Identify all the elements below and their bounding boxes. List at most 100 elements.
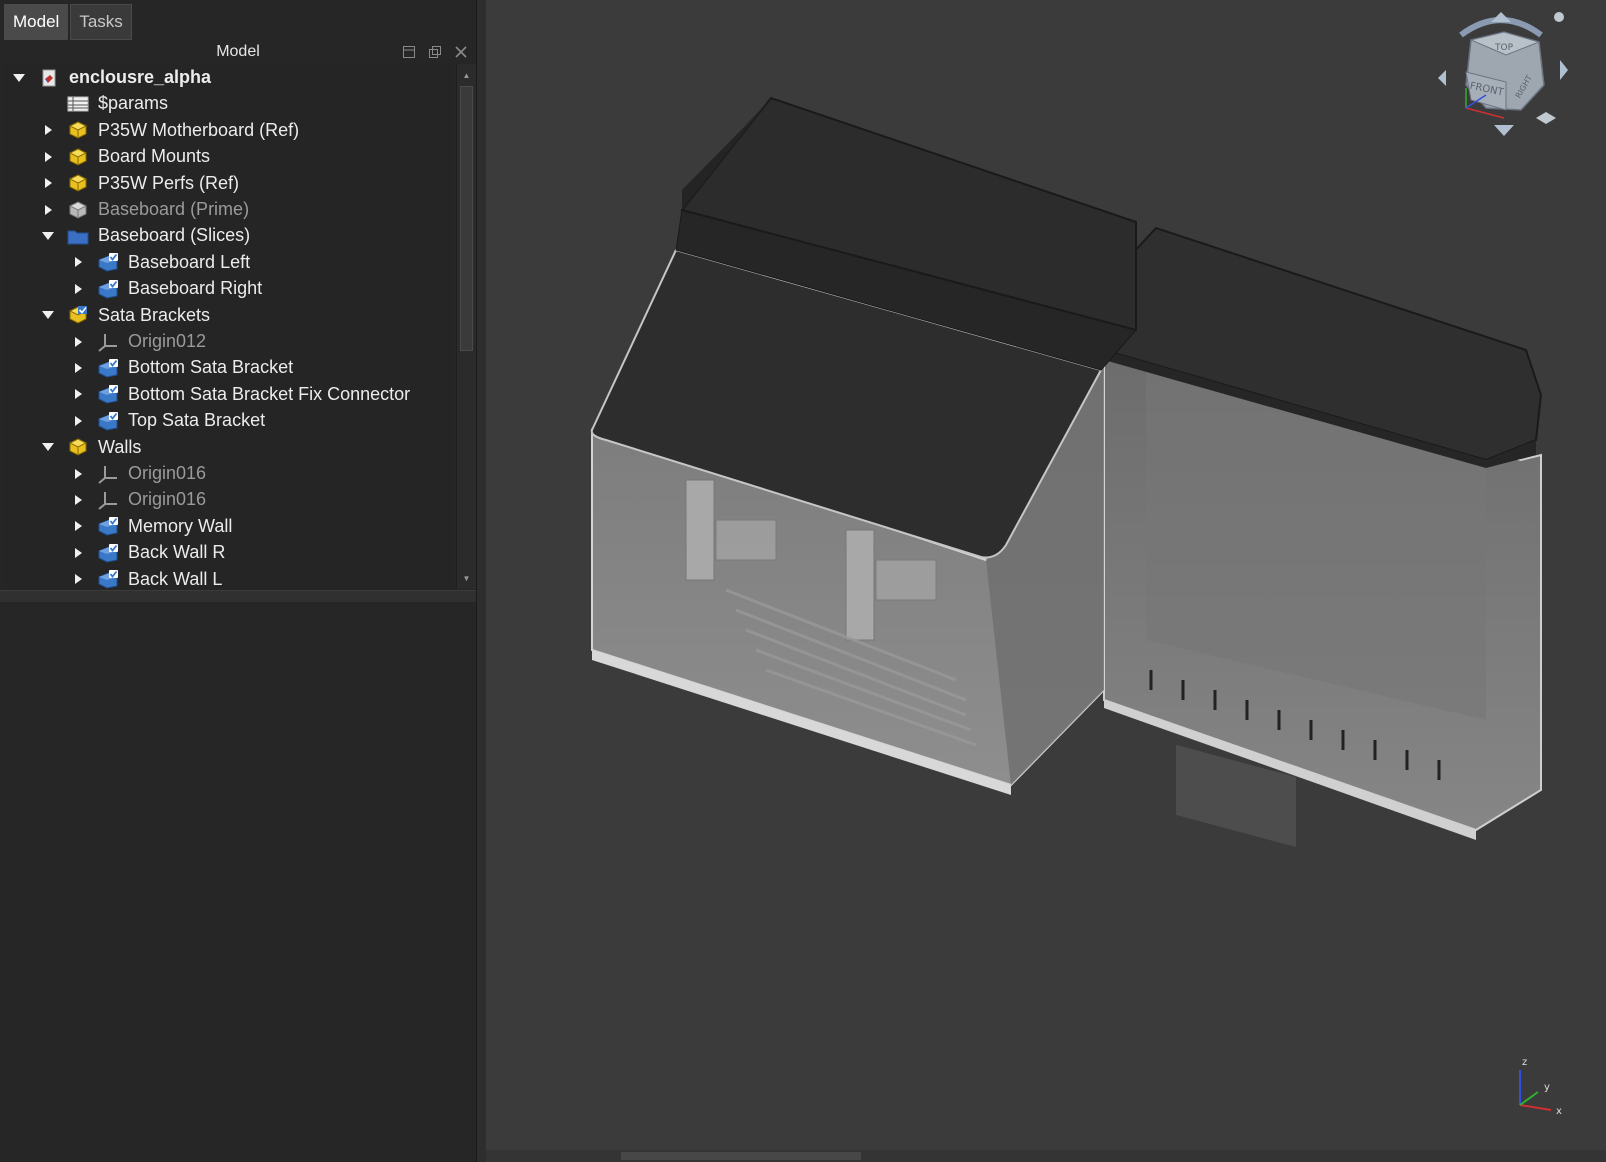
- tree-item[interactable]: Baseboard Left: [67, 249, 250, 276]
- viewport-hscrollbar[interactable]: [486, 1150, 1606, 1162]
- tree-item[interactable]: Walls: [37, 434, 141, 461]
- expand-arrow-icon[interactable]: [67, 574, 89, 585]
- tree-item-label: Memory Wall: [128, 515, 233, 536]
- expand-arrow-icon[interactable]: [67, 362, 89, 373]
- collapse-arrow-icon[interactable]: [8, 73, 30, 82]
- tree-item-label: Origin016: [128, 463, 207, 483]
- expand-arrow-icon[interactable]: [67, 257, 89, 268]
- tree-item-label: Origin012: [128, 331, 207, 351]
- scroll-up-arrow[interactable]: ▲: [457, 66, 476, 84]
- tree-item-label: enclousre_alpha: [69, 67, 212, 87]
- tree-item-label: Back Wall L: [128, 568, 223, 589]
- navcube-top-label: TOP: [1494, 43, 1514, 53]
- part-icon: [67, 172, 89, 194]
- tree-item[interactable]: P35W Motherboard (Ref): [37, 117, 299, 144]
- axis-z-label: z: [1522, 1057, 1527, 1068]
- model-panel: Model Tasks Model enclousre_alpha $params…: [0, 0, 477, 1162]
- tree-item[interactable]: Origin016: [67, 460, 206, 487]
- tree-item[interactable]: Back Wall L: [67, 566, 222, 589]
- tree-item-label: Baseboard Right: [128, 278, 263, 299]
- body-icon: [97, 515, 119, 537]
- tree-item-label: $params: [98, 93, 169, 114]
- float-icon[interactable]: [426, 43, 444, 61]
- tree-item-label: Bottom Sata Bracket: [128, 357, 294, 378]
- tree-item-label: Board Mounts: [98, 146, 211, 167]
- folder-icon: [67, 225, 89, 247]
- collapse-arrow-icon[interactable]: [37, 443, 59, 452]
- part-icon: [67, 146, 89, 168]
- body-icon: [97, 410, 119, 432]
- tree-item[interactable]: enclousre_alpha: [8, 64, 211, 91]
- tree-item-label: P35W Perfs (Ref): [98, 172, 240, 193]
- tree-scrollbar[interactable]: ▲ ▼: [456, 64, 476, 589]
- part-icon: [67, 436, 89, 458]
- collapse-arrow-icon[interactable]: [37, 311, 59, 320]
- document-icon: [38, 67, 60, 89]
- tree-item[interactable]: Board Mounts: [37, 143, 210, 170]
- scroll-down-arrow[interactable]: ▼: [457, 569, 476, 587]
- axis-y-label: y: [1544, 1082, 1550, 1093]
- expand-arrow-icon[interactable]: [67, 521, 89, 532]
- tree-item-label: Bottom Sata Bracket Fix Connector: [128, 383, 411, 404]
- panel-title: Model: [216, 43, 260, 60]
- model-render: TOP FRONT RIGHT z y x: [590, 12, 1568, 1117]
- tree-item[interactable]: Top Sata Bracket: [67, 407, 265, 434]
- collapse-arrow-icon[interactable]: [37, 231, 59, 240]
- panel-tabbar: Model Tasks: [4, 4, 134, 40]
- tree-item-label: P35W Motherboard (Ref): [98, 119, 300, 140]
- spreadsheet-icon: [67, 93, 89, 115]
- tree-item[interactable]: Baseboard (Prime): [37, 196, 249, 223]
- expand-arrow-icon[interactable]: [67, 336, 89, 347]
- tree-item[interactable]: Back Wall R: [67, 539, 225, 566]
- origin-icon: [97, 489, 119, 511]
- tree-item-label: Top Sata Bracket: [128, 410, 266, 431]
- expand-arrow-icon[interactable]: [67, 468, 89, 479]
- model-tree: enclousre_alpha $params P35W Motherboard (…: [4, 64, 454, 589]
- expand-arrow-icon[interactable]: [67, 547, 89, 558]
- tree-item[interactable]: Baseboard (Slices): [37, 222, 250, 249]
- part-icon: [67, 119, 89, 141]
- tree-item[interactable]: P35W Perfs (Ref): [37, 170, 239, 197]
- expand-arrow-icon[interactable]: [67, 283, 89, 294]
- tab-tasks[interactable]: Tasks: [70, 4, 132, 40]
- hscroll-thumb[interactable]: [621, 1152, 861, 1160]
- close-icon[interactable]: [452, 43, 470, 61]
- tree-item-label: Baseboard (Slices): [98, 225, 251, 246]
- tab-model[interactable]: Model: [4, 4, 69, 40]
- tree-item[interactable]: Memory Wall: [67, 513, 232, 540]
- tree-item[interactable]: Bottom Sata Bracket: [67, 354, 293, 381]
- axis-x-label: x: [1556, 1106, 1562, 1117]
- tree-item[interactable]: Baseboard Right: [67, 275, 262, 302]
- property-view: [0, 602, 476, 1162]
- tree-item-label: Baseboard Left: [128, 251, 251, 272]
- panel-header: Model: [0, 40, 476, 64]
- scroll-thumb[interactable]: [460, 86, 473, 351]
- expand-arrow-icon[interactable]: [37, 125, 59, 136]
- body-icon: [97, 568, 119, 589]
- part-icon-active: [67, 304, 89, 326]
- tree-item-label: Back Wall R: [128, 542, 226, 563]
- 3d-viewport[interactable]: TOP FRONT RIGHT z y x: [486, 0, 1606, 1162]
- expand-arrow-icon[interactable]: [67, 415, 89, 426]
- body-icon: [97, 278, 119, 300]
- collapse-icon[interactable]: [400, 43, 418, 61]
- expand-arrow-icon[interactable]: [37, 204, 59, 215]
- right-enclosure: [1069, 226, 1543, 848]
- tree-item[interactable]: Bottom Sata Bracket Fix Connector: [67, 381, 410, 408]
- expand-arrow-icon[interactable]: [37, 151, 59, 162]
- tree-item-label: Origin016: [128, 489, 207, 510]
- tree-item[interactable]: Origin012: [67, 328, 206, 355]
- body-icon: [97, 251, 119, 273]
- body-icon: [97, 383, 119, 405]
- expand-arrow-icon[interactable]: [67, 494, 89, 505]
- expand-arrow-icon[interactable]: [67, 389, 89, 400]
- tree-item[interactable]: Sata Brackets: [37, 302, 210, 329]
- origin-icon: [97, 331, 119, 353]
- navigation-cube[interactable]: TOP FRONT RIGHT: [1438, 12, 1568, 136]
- tree-item-label: Walls: [98, 436, 142, 457]
- origin-icon: [97, 463, 119, 485]
- expand-arrow-icon[interactable]: [37, 178, 59, 189]
- body-icon: [97, 357, 119, 379]
- tree-item[interactable]: Origin016: [67, 486, 206, 513]
- tree-item[interactable]: $params: [37, 90, 168, 117]
